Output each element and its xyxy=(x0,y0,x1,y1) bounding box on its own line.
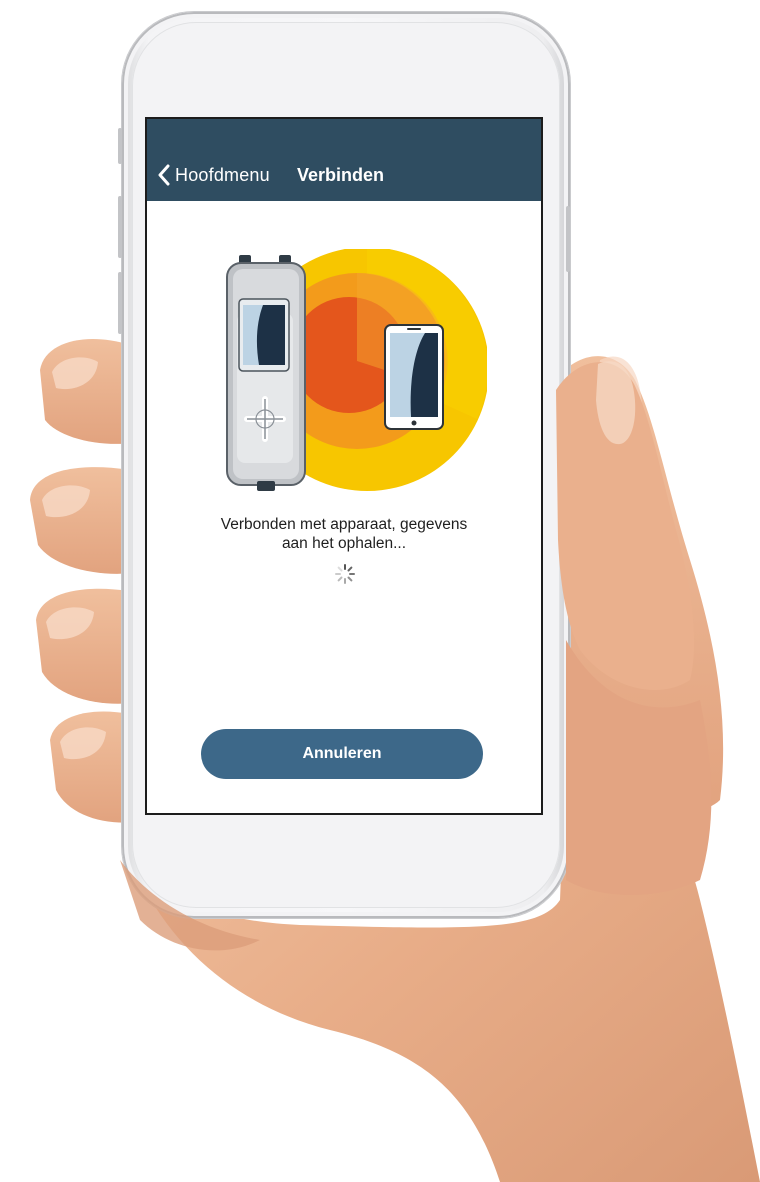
status-line-2: aan het ophalen... xyxy=(281,535,407,552)
spinner-icon xyxy=(335,564,355,584)
back-button[interactable]: Hoofdmenu xyxy=(157,163,270,187)
cancel-button[interactable]: Annuleren xyxy=(201,729,483,779)
phone-power-button xyxy=(566,206,570,272)
back-label: Hoofdmenu xyxy=(175,164,270,185)
status-line-1: Verbonden met apparaat, gegevens xyxy=(220,516,468,533)
connection-illustration xyxy=(226,249,487,491)
app-screen: Hoofdmenu Verbinden Verbonden met appara… xyxy=(145,117,543,815)
phone-volume-down xyxy=(118,272,122,334)
navigation-bar: Hoofdmenu Verbinden xyxy=(147,119,541,201)
phone-side-button xyxy=(118,128,122,164)
photo-scene: Hoofdmenu Verbinden Verbonden met appara… xyxy=(0,0,760,1182)
meter-device-icon xyxy=(226,255,306,491)
chevron-left-icon xyxy=(158,164,170,186)
page-title: Verbinden xyxy=(297,165,385,185)
phone-volume-up xyxy=(118,196,122,258)
connection-status-text: Verbonden met apparaat, gegevens aan het… xyxy=(147,515,541,553)
smartphone-icon xyxy=(384,324,444,430)
